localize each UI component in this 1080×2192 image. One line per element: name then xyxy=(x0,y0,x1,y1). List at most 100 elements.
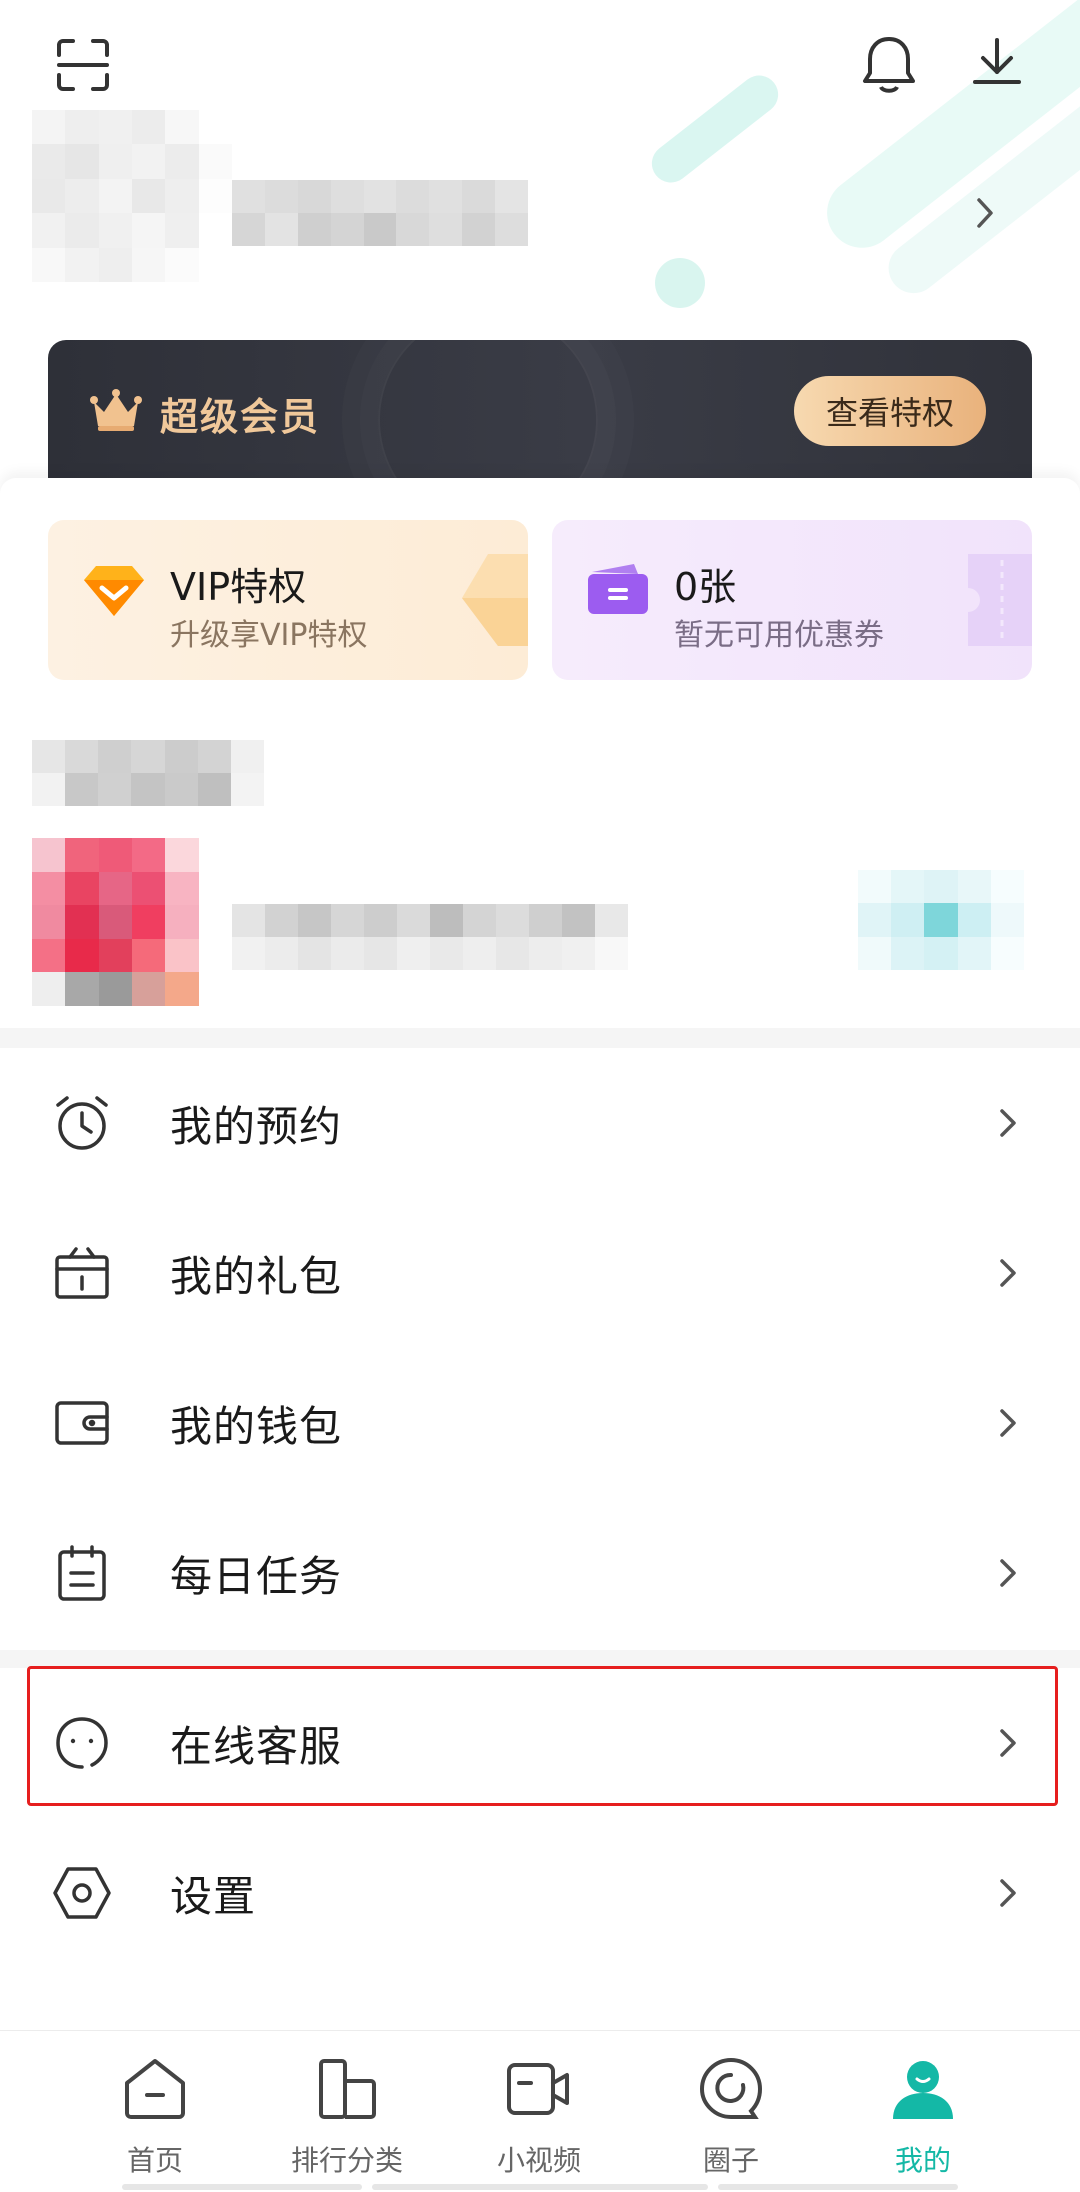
blur-pixel xyxy=(198,213,232,248)
blur-pixel xyxy=(957,903,991,937)
chevron-right-icon[interactable] xyxy=(970,195,1000,231)
blur-pixel xyxy=(396,180,430,213)
blur-pixel xyxy=(165,905,199,939)
blur-pixel xyxy=(65,247,99,282)
chevron-right-icon xyxy=(1000,1409,1016,1437)
blur-pixel xyxy=(32,740,66,773)
blur-pixel xyxy=(396,213,430,246)
blur-pixel xyxy=(131,178,166,214)
blur-pixel xyxy=(331,937,364,970)
view-privileges-button[interactable]: 查看特权 xyxy=(794,376,986,446)
blur-pixel xyxy=(32,972,66,1006)
blur-pixel xyxy=(198,178,232,214)
settings-hexagon-icon xyxy=(53,1867,111,1919)
blur-pixel xyxy=(165,838,199,872)
blur-pixel xyxy=(32,213,66,248)
super-vip-banner[interactable]: 超级会员 查看特权 xyxy=(48,340,1032,480)
blur-pixel xyxy=(65,938,99,973)
blur-pixel xyxy=(529,904,562,937)
blur-pixel xyxy=(957,870,991,904)
blur-pixel xyxy=(924,870,958,904)
vip-card-title: VIP特权 xyxy=(170,565,307,609)
blur-pixel xyxy=(165,144,199,179)
vip-card-subtitle: 升级享VIP特权 xyxy=(170,618,368,653)
video-camera-icon xyxy=(507,2063,569,2115)
download-icon[interactable] xyxy=(962,30,1032,100)
blur-pixel xyxy=(232,213,265,246)
blur-pixel xyxy=(297,180,331,213)
promo-text-blurred[interactable] xyxy=(232,904,628,970)
diamond-icon xyxy=(84,566,144,616)
blur-pixel xyxy=(32,905,66,939)
scan-icon[interactable] xyxy=(48,30,118,100)
menu-item-wallet[interactable]: 我的钱包 xyxy=(0,1348,1080,1498)
menu-label: 我的礼包 xyxy=(170,1251,343,1301)
blur-pixel xyxy=(65,838,99,872)
menu-item-reservations[interactable]: 我的预约 xyxy=(0,1048,1080,1198)
menu-item-online-customer-service[interactable]: 在线客服 xyxy=(0,1668,1080,1818)
blur-pixel xyxy=(65,110,99,145)
blur-pixel xyxy=(65,213,99,248)
blur-pixel xyxy=(891,903,925,937)
menu-item-daily-tasks[interactable]: 每日任务 xyxy=(0,1498,1080,1648)
wallet-icon xyxy=(55,1401,109,1445)
blur-pixel xyxy=(32,871,66,906)
avatar[interactable] xyxy=(32,110,232,282)
blur-pixel xyxy=(463,904,496,937)
blur-pixel xyxy=(891,870,925,904)
tab-mine[interactable]: 我的 xyxy=(833,2031,1013,2192)
tab-ranking[interactable]: 排行分类 xyxy=(257,2031,437,2192)
vip-privilege-card[interactable]: VIP特权 升级享VIP特权 xyxy=(48,520,528,680)
blur-pixel xyxy=(198,247,232,282)
blur-pixel xyxy=(32,838,66,872)
blur-pixel xyxy=(562,937,595,970)
blur-pixel xyxy=(858,870,892,904)
blur-pixel xyxy=(429,213,463,246)
blur-pixel xyxy=(32,144,66,179)
blur-pixel xyxy=(98,905,132,939)
blur-pixel xyxy=(32,938,66,973)
blur-pixel xyxy=(131,838,166,872)
blur-pixel xyxy=(891,936,925,970)
section-divider xyxy=(0,1028,1080,1048)
blur-pixel xyxy=(65,178,99,214)
blur-pixel xyxy=(264,213,298,246)
blur-pixel xyxy=(297,213,331,246)
blur-pixel xyxy=(298,904,331,937)
blur-pixel xyxy=(131,740,165,773)
blur-pixel xyxy=(264,180,298,213)
tab-label: 首页 xyxy=(126,2144,183,2177)
tab-short-video[interactable]: 小视频 xyxy=(449,2031,629,2192)
tab-circle[interactable]: 圈子 xyxy=(641,2031,821,2192)
blur-pixel xyxy=(131,213,166,248)
blur-pixel xyxy=(330,180,364,213)
tab-home[interactable]: 首页 xyxy=(65,2031,245,2192)
coupon-icon xyxy=(588,564,648,614)
promo-image-blurred[interactable] xyxy=(32,838,232,1006)
blur-pixel xyxy=(363,180,397,213)
blur-pixel xyxy=(98,838,132,872)
blur-pixel xyxy=(990,903,1024,937)
section-divider xyxy=(0,1650,1080,1668)
task-list-icon xyxy=(58,1545,106,1601)
blur-pixel xyxy=(298,937,331,970)
vip-title: 超级会员 xyxy=(160,395,321,439)
blur-pixel xyxy=(165,972,199,1006)
blur-pixel xyxy=(265,937,298,970)
promo-badge-blurred[interactable] xyxy=(858,870,1024,970)
menu-item-settings[interactable]: 设置 xyxy=(0,1818,1080,1968)
menu-label: 设置 xyxy=(170,1871,257,1921)
blur-pixel xyxy=(230,773,264,806)
coupon-card[interactable]: 0张 暂无可用优惠券 xyxy=(552,520,1032,680)
menu-item-gift-packs[interactable]: 我的礼包 xyxy=(0,1198,1080,1348)
username[interactable] xyxy=(232,180,528,246)
gift-icon xyxy=(55,1247,109,1299)
profile-icon xyxy=(893,2061,953,2119)
gesture-indicator xyxy=(122,2184,362,2190)
blur-pixel xyxy=(165,247,199,282)
blur-pixel xyxy=(32,110,66,145)
coupon-card-title: 0张 xyxy=(674,565,737,609)
diamond-decoration-icon xyxy=(462,554,528,646)
bell-icon[interactable] xyxy=(854,30,924,100)
blur-pixel xyxy=(164,773,198,806)
